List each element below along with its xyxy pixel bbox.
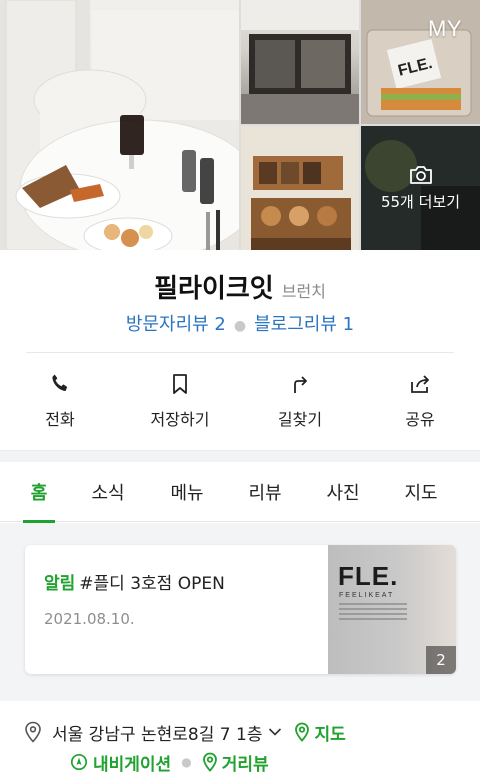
- street-view-link[interactable]: 거리뷰: [202, 750, 269, 775]
- location-pin-icon: [25, 721, 41, 743]
- save-label: 저장하기: [150, 410, 210, 429]
- tab-reviews-label: 리뷰: [248, 483, 282, 504]
- notice-title-row: 알림 #플디 3호점 OPEN: [44, 569, 225, 594]
- notice-title: #플디 3호점 OPEN: [79, 574, 225, 594]
- tab-menu[interactable]: 메뉴: [157, 462, 217, 522]
- photo-more[interactable]: 55개 더보기: [361, 126, 480, 250]
- tab-map[interactable]: 지도: [391, 462, 451, 522]
- place-name: 필라이크잇: [154, 274, 274, 304]
- more-photos-label: 55개 더보기: [380, 192, 461, 211]
- chevron-down-icon[interactable]: [268, 727, 282, 737]
- map-pin-icon: [295, 722, 310, 742]
- tab-home[interactable]: 홈: [9, 462, 69, 523]
- map-link-label: 지도: [314, 724, 346, 745]
- tab-photos[interactable]: 사진: [313, 462, 373, 522]
- thumbnail-text-lines: [339, 603, 407, 623]
- action-bar: 전화 저장하기 길찾기 공유: [0, 364, 480, 438]
- tab-map-label: 지도: [404, 483, 438, 504]
- photo-main-image: [0, 0, 239, 250]
- address-row: 서울 강남구 논현로8길 7 1층 지도: [24, 719, 464, 745]
- photo-sandwich[interactable]: FLE. MY: [361, 0, 480, 124]
- tab-menu-label: 메뉴: [170, 483, 204, 504]
- place-title-row: 필라이크잇 브런치: [0, 268, 480, 305]
- address-text[interactable]: 서울 강남구 논현로8길 7 1층: [52, 720, 262, 745]
- tab-reviews[interactable]: 리뷰: [235, 462, 295, 522]
- directions-icon: [294, 376, 307, 393]
- address-sub-links: 내비게이션 ● 거리뷰: [70, 750, 269, 775]
- notice-tag: 알림: [44, 574, 76, 594]
- call-button[interactable]: 전화: [0, 364, 120, 438]
- photo-bakery-cart[interactable]: [241, 126, 359, 250]
- notice-thumbnail[interactable]: FLE. FEELIKEAT 2: [328, 545, 456, 674]
- directions-button[interactable]: 길찾기: [240, 364, 360, 438]
- my-button[interactable]: MY: [428, 16, 462, 42]
- share-icon: [411, 375, 429, 393]
- map-link[interactable]: 지도: [294, 720, 346, 745]
- street-view-label: 거리뷰: [221, 754, 269, 775]
- camera-icon: [409, 165, 432, 184]
- review-links: 방문자리뷰 2 ● 블로그리뷰 1: [0, 310, 480, 336]
- navigation-label: 내비게이션: [93, 754, 172, 775]
- blog-review-link[interactable]: 블로그리뷰 1: [254, 314, 354, 335]
- separator-dot: ●: [233, 318, 247, 334]
- thumbnail-logo: FLE.: [338, 561, 399, 591]
- section-spacer: [0, 450, 480, 462]
- photo-storefront[interactable]: [241, 0, 359, 124]
- share-button[interactable]: 공유: [360, 364, 480, 438]
- place-category: 브런치: [281, 282, 326, 301]
- tab-bar: 홈 소식 메뉴 리뷰 사진 지도: [0, 462, 480, 523]
- divider: [26, 352, 454, 353]
- notice-date: 2021.08.10.: [44, 610, 135, 628]
- thumbnail-subtitle: FEELIKEAT: [339, 592, 395, 599]
- bookmark-icon: [173, 374, 187, 394]
- phone-icon: [52, 374, 68, 391]
- photo-sandwich-image: FLE.: [361, 0, 480, 124]
- navigation-icon: [70, 753, 88, 771]
- tab-home-label: 홈: [30, 483, 48, 504]
- photo-bakery-cart-image: [241, 126, 359, 250]
- thumbnail-count-badge: 2: [426, 646, 456, 674]
- call-label: 전화: [45, 410, 75, 429]
- visitor-review-link[interactable]: 방문자리뷰 2: [126, 314, 226, 335]
- photo-storefront-image: [241, 0, 359, 124]
- save-button[interactable]: 저장하기: [120, 364, 240, 438]
- photo-grid[interactable]: FLE. MY 55개 더보기: [0, 0, 480, 250]
- street-view-pin-icon: [202, 752, 217, 772]
- notice-text: 알림 #플디 3호점 OPEN 2021.08.10.: [44, 569, 225, 628]
- tab-photos-label: 사진: [326, 483, 360, 504]
- more-photos-overlay[interactable]: 55개 더보기: [361, 126, 480, 250]
- photo-main[interactable]: [0, 0, 239, 250]
- notice-card[interactable]: 알림 #플디 3호점 OPEN 2021.08.10. FLE. FEELIKEA…: [25, 545, 456, 674]
- share-label: 공유: [405, 410, 435, 429]
- directions-label: 길찾기: [277, 410, 323, 429]
- separator-dot: ●: [181, 755, 192, 769]
- navigation-link[interactable]: 내비게이션: [70, 750, 171, 775]
- tab-news-label: 소식: [91, 483, 125, 504]
- tab-news[interactable]: 소식: [78, 462, 138, 522]
